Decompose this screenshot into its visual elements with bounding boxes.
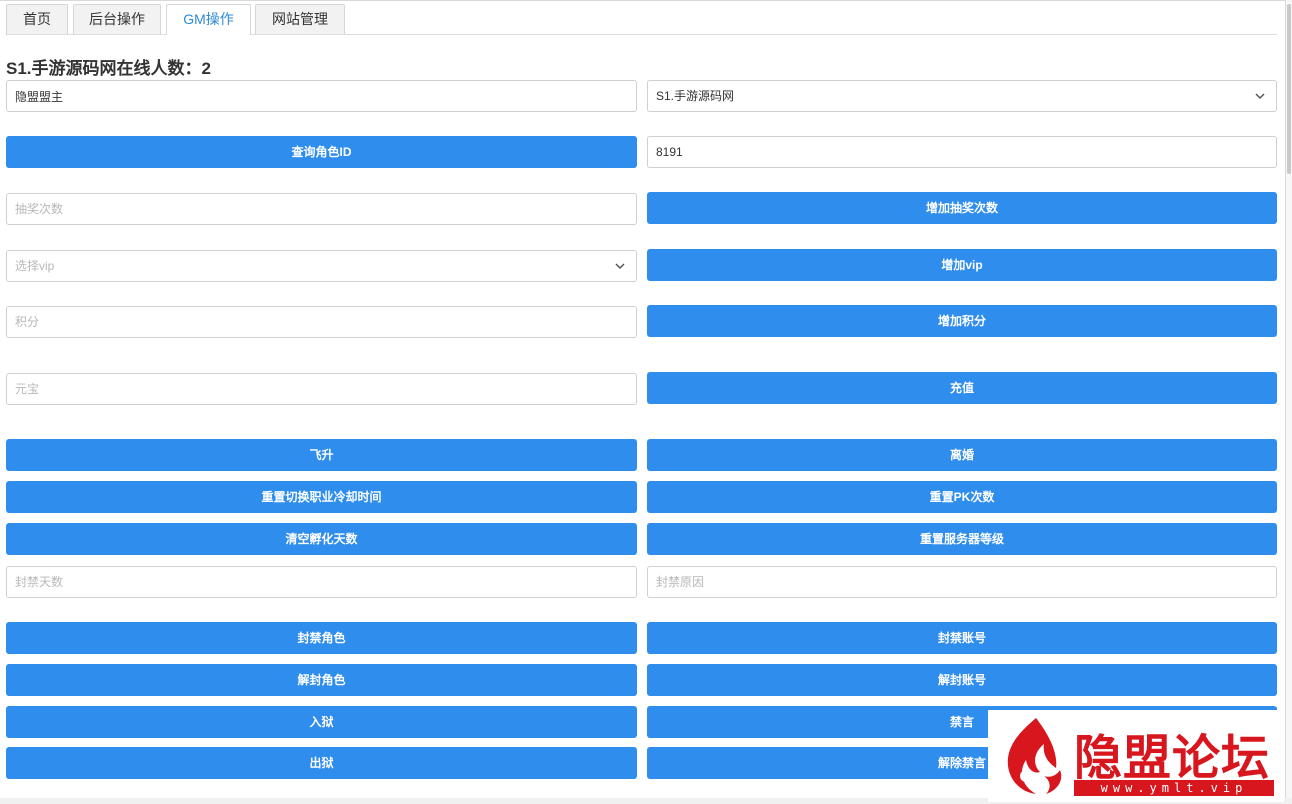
release-button[interactable]: 出狱	[6, 747, 637, 779]
role-id-field[interactable]	[647, 136, 1277, 168]
divorce-button[interactable]: 离婚	[647, 439, 1277, 471]
ban-account-button[interactable]: 封禁账号	[647, 622, 1277, 654]
yuanbao-input[interactable]	[6, 373, 637, 405]
tab-bar: 首页 后台操作 GM操作 网站管理	[6, 4, 1277, 35]
points-input[interactable]	[6, 306, 637, 338]
chevron-down-icon	[1255, 93, 1265, 100]
unban-role-button[interactable]: 解封角色	[6, 664, 637, 696]
reset-pk-button[interactable]: 重置PK次数	[647, 481, 1277, 513]
online-count-title: S1.手游源码网在线人数：2	[6, 59, 211, 78]
flame-logo-icon	[1007, 718, 1062, 794]
unban-account-button[interactable]: 解封账号	[647, 664, 1277, 696]
ban-reason-input[interactable]	[647, 566, 1277, 598]
add-vip-button[interactable]: 增加vip	[647, 249, 1277, 281]
lottery-count-input[interactable]	[6, 193, 637, 225]
reset-server-level-button[interactable]: 重置服务器等级	[647, 523, 1277, 555]
chevron-down-icon	[615, 263, 625, 270]
ascend-button[interactable]: 飞升	[6, 439, 637, 471]
vip-select[interactable]: 选择vip	[6, 250, 637, 282]
add-lottery-button[interactable]: 增加抽奖次数	[647, 192, 1277, 224]
vip-select-placeholder: 选择vip	[15, 259, 55, 273]
tab-backend-ops[interactable]: 后台操作	[73, 4, 161, 34]
watermark-url: www.ymlt.vip	[1074, 780, 1274, 796]
role-name-input[interactable]	[6, 80, 637, 112]
recharge-button[interactable]: 充值	[647, 372, 1277, 404]
scrollbar-thumb[interactable]	[1287, 4, 1291, 174]
ban-days-input[interactable]	[6, 566, 637, 598]
tab-gm-ops[interactable]: GM操作	[166, 4, 251, 35]
tab-home[interactable]: 首页	[6, 4, 68, 34]
add-points-button[interactable]: 增加积分	[647, 305, 1277, 337]
reset-job-cooldown-button[interactable]: 重置切换职业冷却时间	[6, 481, 637, 513]
watermark-text: 隐盟论坛	[1074, 730, 1271, 786]
jail-button[interactable]: 入狱	[6, 706, 637, 738]
server-select[interactable]: S1.手游源码网	[647, 80, 1277, 112]
watermark: 隐盟论坛 www.ymlt.vip	[988, 710, 1284, 802]
tab-site-admin[interactable]: 网站管理	[255, 4, 345, 34]
query-role-id-button[interactable]: 查询角色ID	[6, 136, 637, 168]
clear-hatch-days-button[interactable]: 清空孵化天数	[6, 523, 637, 555]
ban-role-button[interactable]: 封禁角色	[6, 622, 637, 654]
server-select-value: S1.手游源码网	[656, 89, 735, 103]
